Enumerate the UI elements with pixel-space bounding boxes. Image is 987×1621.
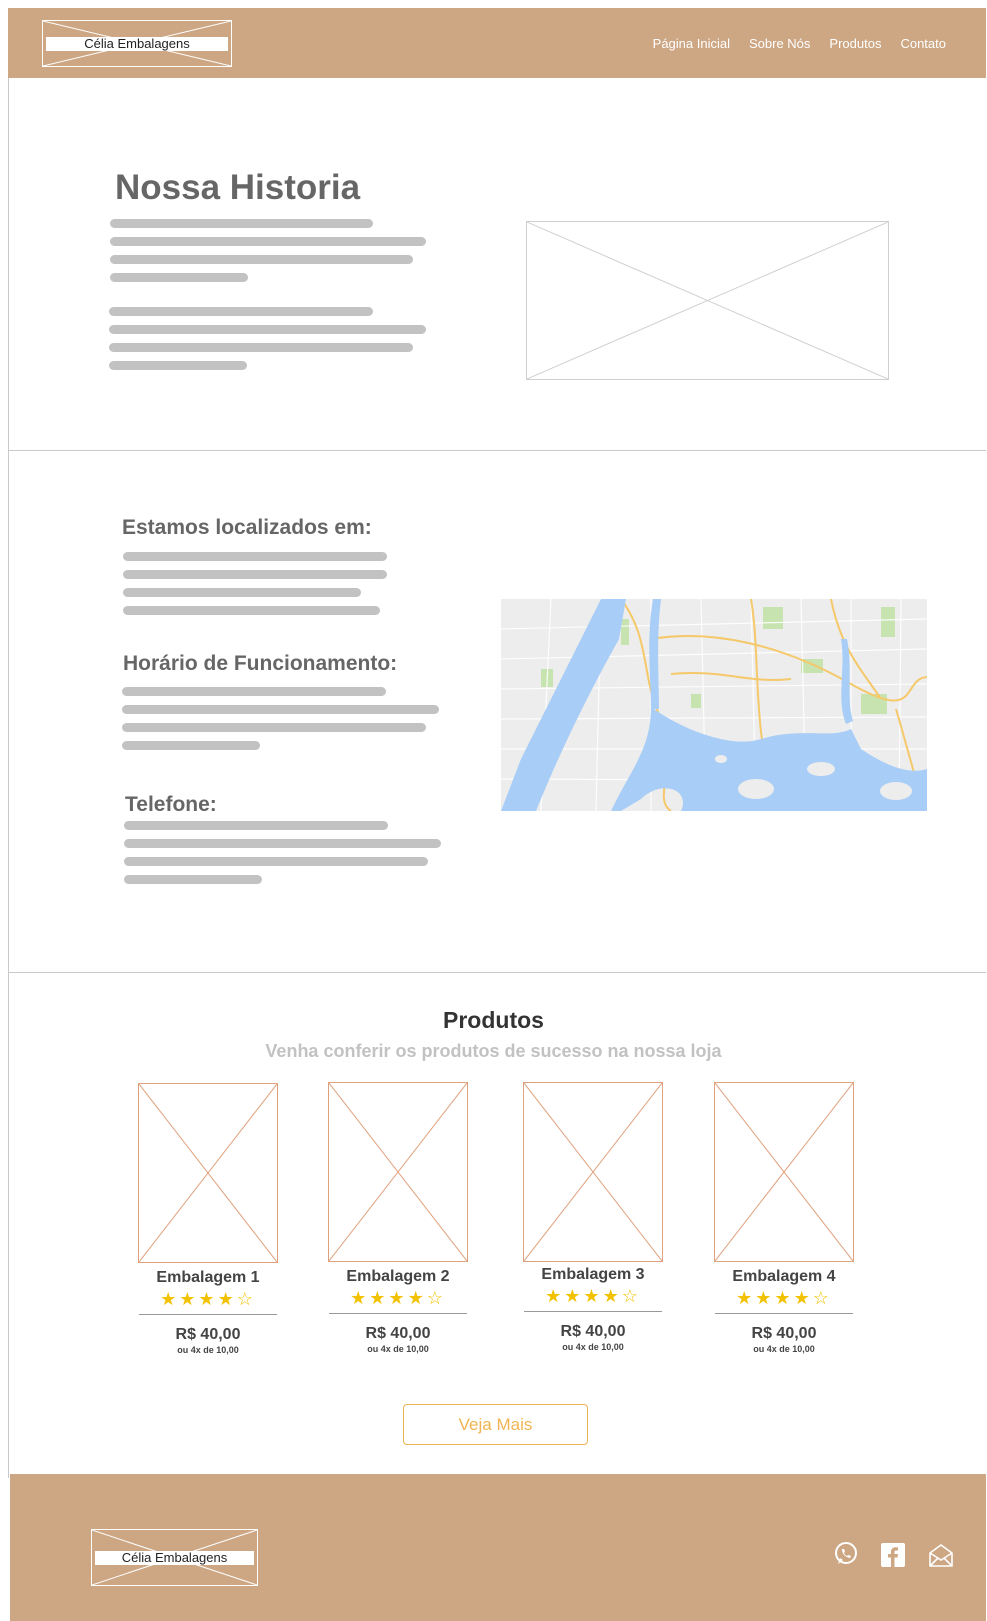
section-divider xyxy=(8,450,986,451)
product-card[interactable]: Embalagem 3 ★★★★☆ R$ 40,00 ou 4x de 10,0… xyxy=(523,1082,663,1352)
text-line-placeholder xyxy=(122,723,426,732)
product-rating-stars: ★★★★☆ xyxy=(523,1286,663,1307)
product-card[interactable]: Embalagem 1 ★★★★☆ R$ 40,00 ou 4x de 10,0… xyxy=(138,1083,278,1355)
nav-pagina-inicial[interactable]: Página Inicial xyxy=(653,36,730,51)
card-divider xyxy=(329,1313,467,1314)
footer-logo[interactable]: Célia Embalagens xyxy=(91,1529,258,1586)
address-heading: Estamos localizados em: xyxy=(122,516,372,539)
site-footer: Célia Embalagens xyxy=(10,1474,986,1621)
text-line-placeholder xyxy=(110,255,413,264)
main-nav: Página Inicial Sobre Nós Produtos Contat… xyxy=(653,36,946,51)
nav-sobre-nos[interactable]: Sobre Nós xyxy=(749,36,810,51)
star-filled-icon: ★ xyxy=(564,1286,584,1306)
text-line-placeholder xyxy=(122,687,386,696)
product-image-placeholder[interactable] xyxy=(523,1082,663,1262)
section-divider xyxy=(8,972,986,973)
star-filled-icon: ★ xyxy=(793,1288,813,1308)
text-line-placeholder xyxy=(124,875,262,884)
map-illustration xyxy=(501,599,927,811)
text-line-placeholder xyxy=(124,857,428,866)
star-filled-icon: ★ xyxy=(602,1286,622,1306)
site-header: Célia Embalagens Página Inicial Sobre Nó… xyxy=(8,8,986,78)
history-image-placeholder xyxy=(526,221,889,380)
star-filled-icon: ★ xyxy=(774,1288,794,1308)
location-map[interactable] xyxy=(501,599,927,811)
text-line-placeholder xyxy=(123,588,361,597)
product-rating-stars: ★★★★☆ xyxy=(328,1288,468,1309)
facebook-icon[interactable] xyxy=(880,1542,906,1568)
star-filled-icon: ★ xyxy=(160,1289,180,1309)
product-price: R$ 40,00 xyxy=(365,1325,431,1342)
see-more-button[interactable]: Veja Mais xyxy=(403,1404,588,1445)
text-line-placeholder xyxy=(123,552,387,561)
star-filled-icon: ★ xyxy=(350,1288,370,1308)
star-empty-icon: ☆ xyxy=(812,1288,832,1308)
star-filled-icon: ★ xyxy=(407,1288,427,1308)
star-filled-icon: ★ xyxy=(388,1288,408,1308)
star-filled-icon: ★ xyxy=(217,1289,237,1309)
star-empty-icon: ☆ xyxy=(621,1286,641,1306)
product-card[interactable]: Embalagem 4 ★★★★☆ R$ 40,00 ou 4x de 10,0… xyxy=(714,1082,854,1354)
card-divider xyxy=(139,1314,277,1315)
star-empty-icon: ☆ xyxy=(236,1289,256,1309)
product-name[interactable]: Embalagem 4 xyxy=(714,1268,854,1286)
star-filled-icon: ★ xyxy=(583,1286,603,1306)
history-title: Nossa Historia xyxy=(115,168,361,207)
text-line-placeholder xyxy=(123,570,387,579)
whatsapp-icon[interactable] xyxy=(833,1541,859,1567)
header-logo-text: Célia Embalagens xyxy=(46,37,228,51)
product-price: R$ 40,00 xyxy=(560,1323,626,1340)
star-filled-icon: ★ xyxy=(736,1288,756,1308)
product-name[interactable]: Embalagem 3 xyxy=(523,1266,663,1284)
product-installments: ou 4x de 10,00 xyxy=(562,1342,624,1352)
product-name[interactable]: Embalagem 2 xyxy=(328,1268,468,1286)
product-installments: ou 4x de 10,00 xyxy=(177,1345,239,1355)
products-title: Produtos xyxy=(443,1007,544,1033)
page-frame-line xyxy=(8,8,9,1478)
text-line-placeholder xyxy=(122,705,439,714)
star-filled-icon: ★ xyxy=(369,1288,389,1308)
product-rating-stars: ★★★★☆ xyxy=(138,1289,278,1310)
product-price: R$ 40,00 xyxy=(175,1326,241,1343)
text-line-placeholder xyxy=(110,237,426,246)
product-installments: ou 4x de 10,00 xyxy=(753,1344,815,1354)
product-name[interactable]: Embalagem 1 xyxy=(138,1269,278,1287)
text-line-placeholder xyxy=(124,821,388,830)
phone-heading: Telefone: xyxy=(125,793,217,816)
star-filled-icon: ★ xyxy=(545,1286,565,1306)
text-line-placeholder xyxy=(110,219,373,228)
product-price: R$ 40,00 xyxy=(751,1325,817,1342)
text-line-placeholder xyxy=(109,343,413,352)
text-line-placeholder xyxy=(124,839,441,848)
star-filled-icon: ★ xyxy=(198,1289,218,1309)
text-line-placeholder xyxy=(109,325,426,334)
product-image-placeholder[interactable] xyxy=(328,1082,468,1262)
product-image-placeholder[interactable] xyxy=(138,1083,278,1263)
product-card[interactable]: Embalagem 2 ★★★★☆ R$ 40,00 ou 4x de 10,0… xyxy=(328,1082,468,1354)
footer-logo-text: Célia Embalagens xyxy=(95,1551,254,1565)
star-empty-icon: ☆ xyxy=(426,1288,446,1308)
header-logo[interactable]: Célia Embalagens xyxy=(42,20,232,67)
email-icon[interactable] xyxy=(928,1542,954,1568)
text-line-placeholder xyxy=(109,361,247,370)
star-filled-icon: ★ xyxy=(755,1288,775,1308)
card-divider xyxy=(524,1311,662,1312)
text-line-placeholder xyxy=(109,307,373,316)
product-image-placeholder[interactable] xyxy=(714,1082,854,1262)
star-filled-icon: ★ xyxy=(179,1289,199,1309)
text-line-placeholder xyxy=(122,741,260,750)
hours-heading: Horário de Funcionamento: xyxy=(123,652,398,675)
product-rating-stars: ★★★★☆ xyxy=(714,1288,854,1309)
products-subtitle: Venha conferir os produtos de sucesso na… xyxy=(265,1041,722,1061)
card-divider xyxy=(715,1313,853,1314)
text-line-placeholder xyxy=(110,273,248,282)
nav-contato[interactable]: Contato xyxy=(900,36,946,51)
nav-produtos[interactable]: Produtos xyxy=(829,36,881,51)
text-line-placeholder xyxy=(123,606,380,615)
product-installments: ou 4x de 10,00 xyxy=(367,1344,429,1354)
